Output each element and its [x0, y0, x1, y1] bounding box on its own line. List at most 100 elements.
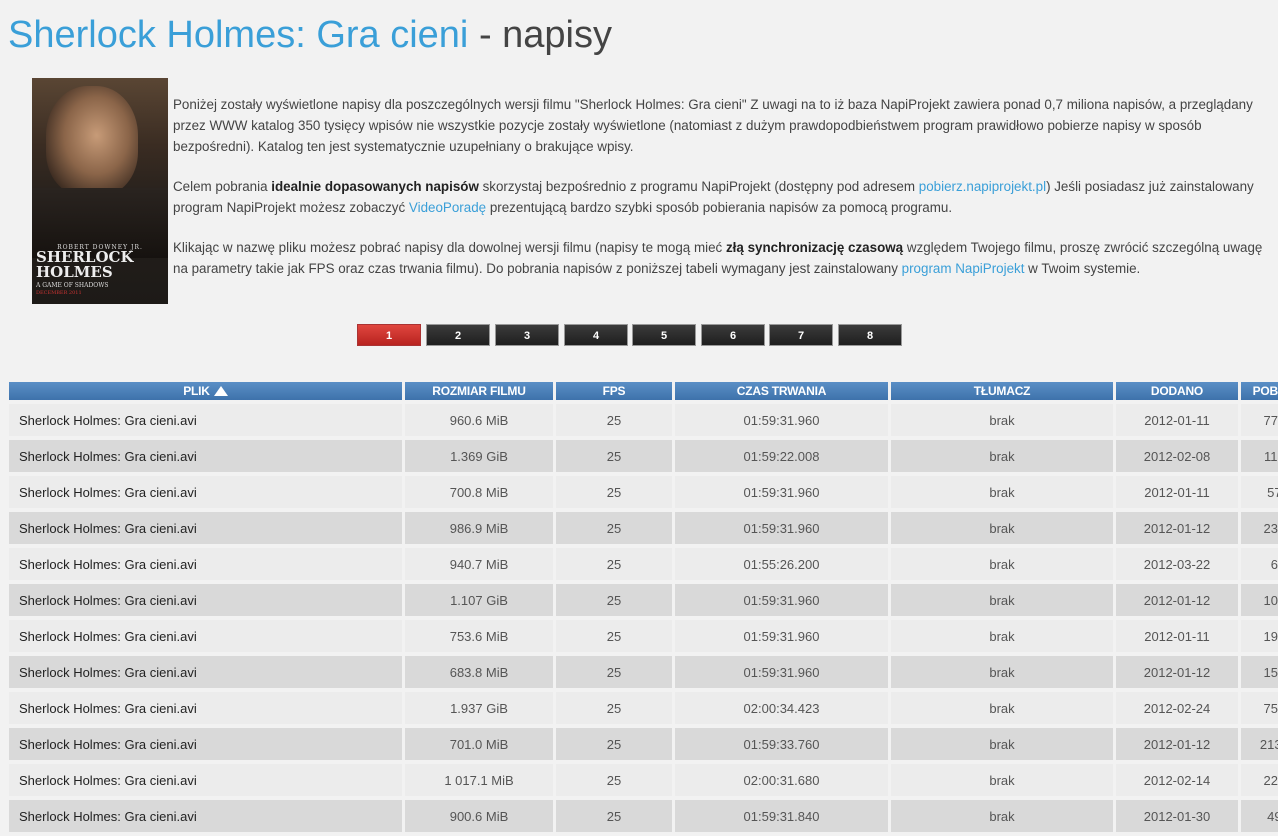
date-added-cell: 2012-01-11	[1116, 620, 1238, 652]
date-added-cell: 2012-01-12	[1116, 728, 1238, 760]
movie-size-cell: 940.7 MiB	[405, 548, 553, 580]
page-button-4[interactable]: 4	[564, 324, 628, 346]
file-name-link[interactable]: Sherlock Holmes: Gra cieni.avi	[9, 620, 402, 652]
table-row: Sherlock Holmes: Gra cieni.avi 700.8 MiB 2…	[9, 476, 1278, 508]
movie-size-cell: 960.6 MiB	[405, 404, 553, 436]
download-count-cell: 576	[1241, 476, 1278, 508]
file-name-link[interactable]: Sherlock Holmes: Gra cieni.avi	[9, 404, 402, 436]
fps-cell: 25	[556, 584, 672, 616]
download-count-cell: 7508	[1241, 692, 1278, 724]
duration-cell: 01:55:26.200	[675, 548, 888, 580]
download-count-cell: 2237	[1241, 764, 1278, 796]
duration-cell: 01:59:31.960	[675, 404, 888, 436]
translator-cell: brak	[891, 512, 1113, 544]
date-added-cell: 2012-01-12	[1116, 656, 1238, 688]
translator-cell: brak	[891, 440, 1113, 472]
table-row: Sherlock Holmes: Gra cieni.avi 986.9 MiB 2…	[9, 512, 1278, 544]
page-button-7[interactable]: 7	[769, 324, 833, 346]
page-button-5[interactable]: 5	[632, 324, 696, 346]
download-count-cell: 1137	[1241, 440, 1278, 472]
translator-cell: brak	[891, 476, 1113, 508]
translator-cell: brak	[891, 548, 1113, 580]
translator-cell: brak	[891, 728, 1113, 760]
film-title: Sherlock Holmes: Gra cieni	[8, 14, 469, 56]
table-row: Sherlock Holmes: Gra cieni.avi 1.937 GiB 2…	[9, 692, 1278, 724]
date-added-cell: 2012-01-30	[1116, 800, 1238, 832]
fps-cell: 25	[556, 800, 672, 832]
date-added-cell: 2012-02-08	[1116, 440, 1238, 472]
title-suffix: - napisy	[468, 14, 613, 56]
translator-cell: brak	[891, 692, 1113, 724]
download-count-cell: 1007	[1241, 584, 1278, 616]
videoporada-link[interactable]: VideoPoradę	[409, 200, 486, 215]
date-added-cell: 2012-01-12	[1116, 584, 1238, 616]
file-name-link[interactable]: Sherlock Holmes: Gra cieni.avi	[9, 512, 402, 544]
subtitles-table: PLIK ROZMIAR FILMU FPS CZAS TRWANIA TŁUM…	[6, 378, 1278, 836]
intro-paragraph-1: Poniżej zostały wyświetlone napisy dla p…	[173, 97, 1253, 154]
date-added-cell: 2012-03-22	[1116, 548, 1238, 580]
download-count-cell: 21304	[1241, 728, 1278, 760]
table-row: Sherlock Holmes: Gra cieni.avi 900.6 MiB 2…	[9, 800, 1278, 832]
download-count-cell: 496	[1241, 800, 1278, 832]
translator-cell: brak	[891, 800, 1113, 832]
fps-cell: 25	[556, 548, 672, 580]
table-row: Sherlock Holmes: Gra cieni.avi 753.6 MiB 2…	[9, 620, 1278, 652]
duration-cell: 01:59:22.008	[675, 440, 888, 472]
file-name-link[interactable]: Sherlock Holmes: Gra cieni.avi	[9, 692, 402, 724]
fps-cell: 25	[556, 476, 672, 508]
duration-cell: 01:59:31.840	[675, 800, 888, 832]
intro-paragraph-3: Klikając w nazwę pliku możesz pobrać nap…	[173, 240, 1263, 276]
page-button-8[interactable]: 8	[838, 324, 902, 346]
table-row: Sherlock Holmes: Gra cieni.avi 1.107 GiB 2…	[9, 584, 1278, 616]
intro-paragraph-2: Celem pobrania idealnie dopasowanych nap…	[173, 179, 1254, 215]
file-name-link[interactable]: Sherlock Holmes: Gra cieni.avi	[9, 656, 402, 688]
movie-size-cell: 1 017.1 MiB	[405, 764, 553, 796]
col-header-duration[interactable]: CZAS TRWANIA	[675, 382, 888, 400]
fps-cell: 25	[556, 656, 672, 688]
col-header-downloads[interactable]: POBRAŃ	[1241, 382, 1278, 400]
table-header-row: PLIK ROZMIAR FILMU FPS CZAS TRWANIA TŁUM…	[9, 382, 1278, 400]
download-link[interactable]: pobierz.napiprojekt.pl	[919, 179, 1046, 194]
file-name-link[interactable]: Sherlock Holmes: Gra cieni.avi	[9, 800, 402, 832]
table-row: Sherlock Holmes: Gra cieni.avi 1 017.1 Mi…	[9, 764, 1278, 796]
col-header-translator[interactable]: TŁUMACZ	[891, 382, 1113, 400]
date-added-cell: 2012-01-11	[1116, 404, 1238, 436]
page-title: Sherlock Holmes: Gra cieni - napisy	[8, 14, 612, 57]
poster-title: SHERLOCK HOLMES	[36, 248, 134, 281]
duration-cell: 01:59:31.960	[675, 476, 888, 508]
page-button-3[interactable]: 3	[495, 324, 559, 346]
file-name-link[interactable]: Sherlock Holmes: Gra cieni.avi	[9, 476, 402, 508]
poster-subtitle: A GAME OF SHADOWS	[36, 282, 109, 289]
sort-ascending-icon	[213, 386, 228, 396]
file-name-link[interactable]: Sherlock Holmes: Gra cieni.avi	[9, 728, 402, 760]
file-name-link[interactable]: Sherlock Holmes: Gra cieni.avi	[9, 764, 402, 796]
translator-cell: brak	[891, 656, 1113, 688]
page-button-2[interactable]: 2	[426, 324, 490, 346]
duration-cell: 01:59:31.960	[675, 620, 888, 652]
col-header-fps[interactable]: FPS	[556, 382, 672, 400]
poster-date: DECEMBER 2011	[36, 290, 82, 296]
file-name-link[interactable]: Sherlock Holmes: Gra cieni.avi	[9, 584, 402, 616]
file-name-link[interactable]: Sherlock Holmes: Gra cieni.avi	[9, 440, 402, 472]
col-header-size[interactable]: ROZMIAR FILMU	[405, 382, 553, 400]
translator-cell: brak	[891, 620, 1113, 652]
duration-cell: 02:00:31.680	[675, 764, 888, 796]
date-added-cell: 2012-02-14	[1116, 764, 1238, 796]
duration-cell: 01:59:33.760	[675, 728, 888, 760]
fps-cell: 25	[556, 440, 672, 472]
page-button-1[interactable]: 1	[357, 324, 421, 346]
col-header-added[interactable]: DODANO	[1116, 382, 1238, 400]
fps-cell: 25	[556, 404, 672, 436]
intro-text: Poniżej zostały wyświetlone napisy dla p…	[173, 94, 1273, 298]
fps-cell: 25	[556, 764, 672, 796]
download-count-cell: 1956	[1241, 620, 1278, 652]
program-link[interactable]: program NapiProjekt	[902, 261, 1025, 276]
poster-face	[46, 86, 138, 196]
page-button-6[interactable]: 6	[701, 324, 765, 346]
col-header-file[interactable]: PLIK	[9, 382, 402, 400]
fps-cell: 25	[556, 512, 672, 544]
table-row: Sherlock Holmes: Gra cieni.avi 1.369 GiB 2…	[9, 440, 1278, 472]
translator-cell: brak	[891, 584, 1113, 616]
file-name-link[interactable]: Sherlock Holmes: Gra cieni.avi	[9, 548, 402, 580]
date-added-cell: 2012-01-11	[1116, 476, 1238, 508]
